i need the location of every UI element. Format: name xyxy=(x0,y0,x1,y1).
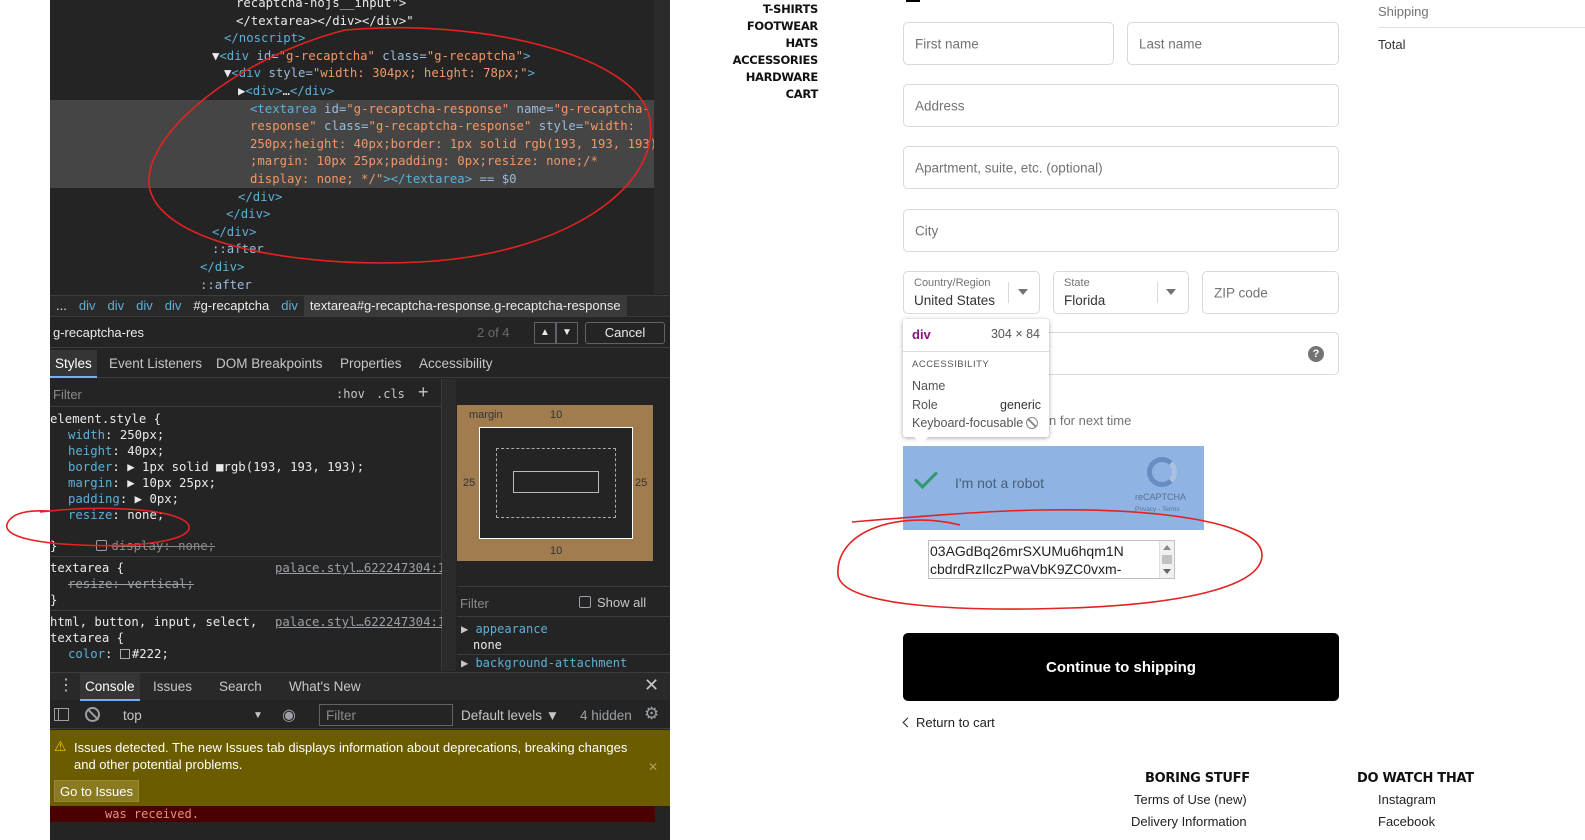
annotation-circle-display xyxy=(5,507,190,547)
annotation-circle-elements xyxy=(148,27,652,264)
annotation-overlay xyxy=(5,27,1263,610)
annotation-circle-token xyxy=(837,509,1263,610)
